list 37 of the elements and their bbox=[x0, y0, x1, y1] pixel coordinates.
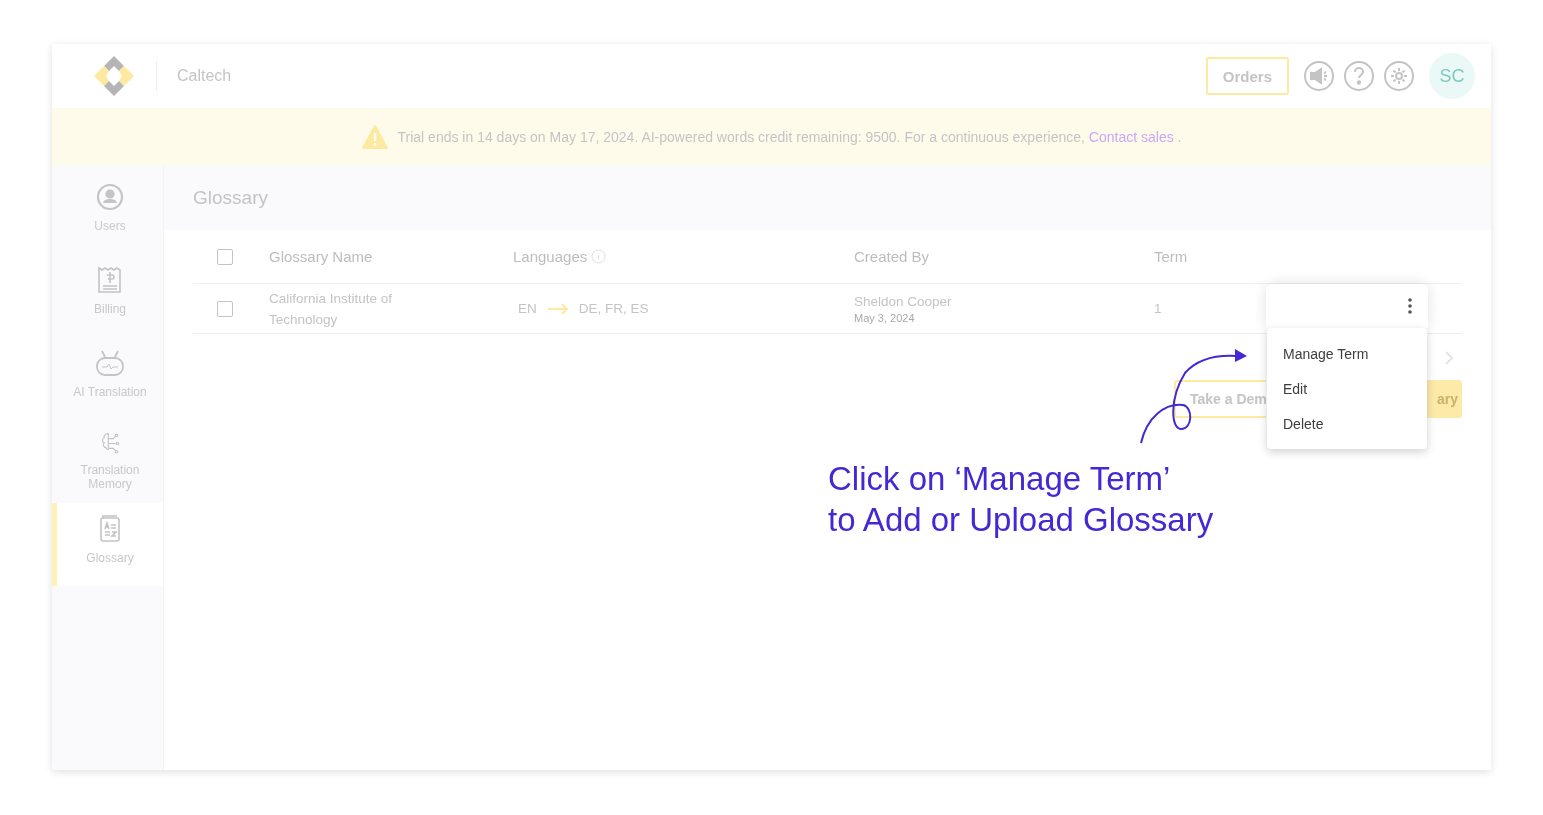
more-options-icon[interactable] bbox=[1408, 298, 1412, 314]
source-language: EN bbox=[518, 301, 537, 316]
robot-icon bbox=[95, 349, 125, 377]
column-header: Languages bbox=[513, 248, 588, 265]
help-icon[interactable] bbox=[1343, 60, 1375, 92]
user-avatar[interactable]: SC bbox=[1429, 53, 1475, 99]
demo-button[interactable]: Take a Dem bbox=[1174, 380, 1266, 418]
chevron-right-icon[interactable] bbox=[1444, 350, 1454, 366]
arrow-right-icon bbox=[546, 302, 569, 315]
annotation-text: Click on ‘Manage Term’ to Add or Upload Glossary bbox=[828, 459, 1214, 540]
user-icon bbox=[96, 183, 124, 211]
menu-item[interactable]: Manage Term bbox=[1267, 336, 1427, 371]
created-date: May 3, 2024 bbox=[854, 311, 916, 324]
glossary-book-icon bbox=[98, 515, 122, 543]
term-count: 1 bbox=[1154, 301, 1162, 316]
logo-icon[interactable] bbox=[92, 54, 136, 98]
column-header: Glossary Name bbox=[269, 248, 374, 265]
checkbox[interactable] bbox=[217, 248, 233, 265]
creator-name: Sheldon Cooper bbox=[854, 293, 953, 309]
column-header: Term bbox=[1154, 248, 1189, 265]
add-glossary-button[interactable]: ary bbox=[1426, 380, 1462, 418]
trial-notice: Trial ends in 14 days on May 17, 2024. AI-powered words credit remaining: 9500. For a continuous experience, Contact sales . bbox=[397, 128, 1182, 145]
warning-icon bbox=[361, 124, 388, 149]
target-languages: DE, FR, ES bbox=[578, 301, 649, 316]
menu-item[interactable]: Delete bbox=[1267, 406, 1427, 441]
info-icon bbox=[591, 249, 607, 264]
contact-sales-link[interactable]: Contact sales bbox=[1088, 128, 1174, 145]
glossary-name-cell-text: California Institute of Technology bbox=[269, 289, 394, 329]
organization-name: Caltech bbox=[156, 61, 232, 91]
receipt-icon bbox=[97, 266, 123, 294]
orders-button[interactable]: Orders bbox=[1205, 57, 1289, 95]
megaphone-icon[interactable] bbox=[1303, 60, 1335, 92]
menu-item[interactable]: Edit bbox=[1267, 371, 1427, 406]
settings-icon[interactable] bbox=[1383, 60, 1415, 92]
checkbox[interactable] bbox=[217, 300, 233, 317]
page-title: Glossary bbox=[164, 165, 1491, 230]
column-header: Created By bbox=[854, 248, 931, 265]
